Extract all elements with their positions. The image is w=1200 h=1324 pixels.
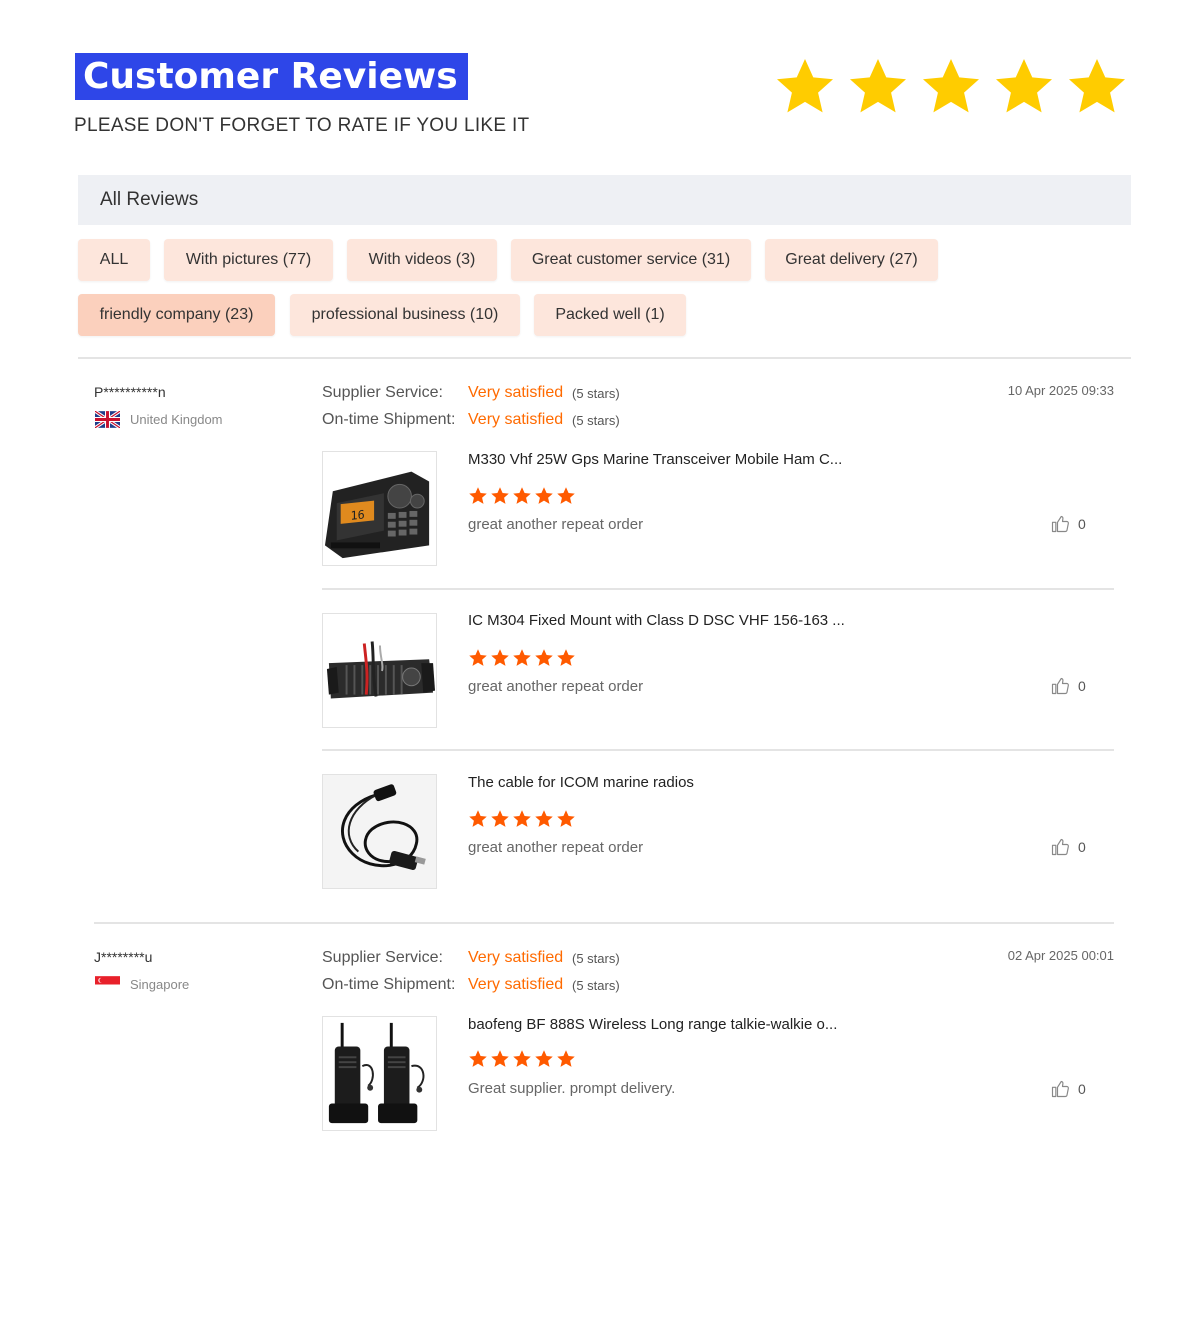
- review-comment: great another repeat order: [468, 839, 644, 856]
- star-icon: [992, 55, 1056, 119]
- supplier-service-value: Very satisfied: [468, 949, 564, 966]
- shipment-label: On-time Shipment:: [322, 411, 456, 428]
- like-count: 0: [1078, 516, 1086, 532]
- product-rating-stars: [468, 648, 576, 668]
- divider: [94, 922, 1114, 924]
- like-count: 0: [1078, 678, 1086, 694]
- filter-packed-well[interactable]: Packed well (1): [534, 294, 686, 336]
- filter-all[interactable]: ALL: [78, 239, 150, 281]
- reviewer-country: United Kingdom: [95, 411, 223, 428]
- filter-professional-business[interactable]: professional business (10): [290, 294, 520, 336]
- filter-great-customer-service[interactable]: Great customer service (31): [511, 239, 751, 281]
- star-icon: [556, 486, 576, 506]
- divider: [322, 588, 1114, 590]
- like-button[interactable]: 0: [1050, 676, 1086, 696]
- reviewer-country: Singapore: [95, 976, 189, 993]
- walkie-talkie-image[interactable]: [322, 1016, 437, 1131]
- star-icon: [512, 648, 532, 668]
- star-icon: [919, 55, 983, 119]
- product-title[interactable]: M330 Vhf 25W Gps Marine Transceiver Mobi…: [468, 451, 842, 468]
- star-icon: [1065, 55, 1129, 119]
- star-icon: [468, 1049, 488, 1069]
- shipment-stars: (5 stars): [572, 413, 620, 428]
- supplier-service-stars: (5 stars): [572, 386, 620, 401]
- star-icon: [534, 486, 554, 506]
- like-button[interactable]: 0: [1050, 837, 1086, 857]
- page-title: Customer Reviews: [75, 53, 468, 100]
- review-comment: Great supplier. prompt delivery.: [468, 1080, 676, 1097]
- all-reviews-header: All Reviews: [78, 175, 1131, 225]
- product-title[interactable]: IC M304 Fixed Mount with Class D DSC VHF…: [468, 612, 845, 629]
- star-icon: [846, 55, 910, 119]
- like-count: 0: [1078, 1081, 1086, 1097]
- reviewer-name: J********u: [94, 949, 153, 965]
- star-icon: [468, 809, 488, 829]
- review-date: 02 Apr 2025 00:01: [1007, 948, 1114, 963]
- shipment-value: Very satisfied: [468, 411, 564, 428]
- cable-image[interactable]: [322, 774, 437, 889]
- svg-text:16: 16: [351, 507, 365, 522]
- review-comment: great another repeat order: [468, 678, 644, 695]
- star-icon: [468, 648, 488, 668]
- rating-stars-banner: [773, 55, 1129, 119]
- star-icon: [490, 1049, 510, 1069]
- filter-with-pictures[interactable]: With pictures (77): [164, 239, 333, 281]
- reviewer-country-name: United Kingdom: [130, 412, 223, 427]
- product-rating-stars: [468, 1049, 576, 1069]
- thumbs-up-icon: [1050, 1079, 1070, 1099]
- star-icon: [490, 809, 510, 829]
- supplier-service-label: Supplier Service:: [322, 384, 443, 401]
- divider: [322, 749, 1114, 751]
- page-subtitle: PLEASE DON'T FORGET TO RATE IF YOU LIKE …: [74, 115, 530, 136]
- singapore-flag-icon: [95, 976, 120, 993]
- star-icon: [534, 648, 554, 668]
- star-icon: [534, 809, 554, 829]
- supplier-service-stars: (5 stars): [572, 951, 620, 966]
- star-icon: [468, 486, 488, 506]
- mounted-radio-image[interactable]: [322, 613, 437, 728]
- filter-with-videos[interactable]: With videos (3): [347, 239, 497, 281]
- product-title[interactable]: baofeng BF 888S Wireless Long range talk…: [468, 1016, 837, 1033]
- product-title[interactable]: The cable for ICOM marine radios: [468, 774, 694, 791]
- page-title-text: Customer Reviews: [83, 56, 458, 97]
- thumbs-up-icon: [1050, 676, 1070, 696]
- all-reviews-heading: All Reviews: [100, 189, 199, 210]
- reviewer-name: P**********n: [94, 384, 166, 400]
- star-icon: [512, 809, 532, 829]
- star-icon: [512, 1049, 532, 1069]
- shipment-stars: (5 stars): [572, 978, 620, 993]
- review-date: 10 Apr 2025 09:33: [1007, 383, 1114, 398]
- star-icon: [512, 486, 532, 506]
- shipment-value: Very satisfied: [468, 976, 564, 993]
- filter-great-delivery[interactable]: Great delivery (27): [765, 239, 938, 281]
- like-button[interactable]: 0: [1050, 514, 1086, 534]
- thumbs-up-icon: [1050, 837, 1070, 857]
- supplier-service-label: Supplier Service:: [322, 949, 443, 966]
- shipment-label: On-time Shipment:: [322, 976, 456, 993]
- thumbs-up-icon: [1050, 514, 1070, 534]
- supplier-service-value: Very satisfied: [468, 384, 564, 401]
- product-rating-stars: [468, 809, 576, 829]
- like-button[interactable]: 0: [1050, 1079, 1086, 1099]
- star-icon: [490, 486, 510, 506]
- product-rating-stars: [468, 486, 576, 506]
- like-count: 0: [1078, 839, 1086, 855]
- star-icon: [490, 648, 510, 668]
- star-icon: [556, 648, 576, 668]
- divider: [78, 357, 1131, 359]
- star-icon: [773, 55, 837, 119]
- uk-flag-icon: [95, 411, 120, 428]
- review-comment: great another repeat order: [468, 516, 644, 533]
- star-icon: [556, 1049, 576, 1069]
- marine-radio-image[interactable]: 16: [322, 451, 437, 566]
- reviewer-country-name: Singapore: [130, 977, 190, 992]
- star-icon: [556, 809, 576, 829]
- star-icon: [534, 1049, 554, 1069]
- filter-friendly-company[interactable]: friendly company (23): [78, 294, 275, 336]
